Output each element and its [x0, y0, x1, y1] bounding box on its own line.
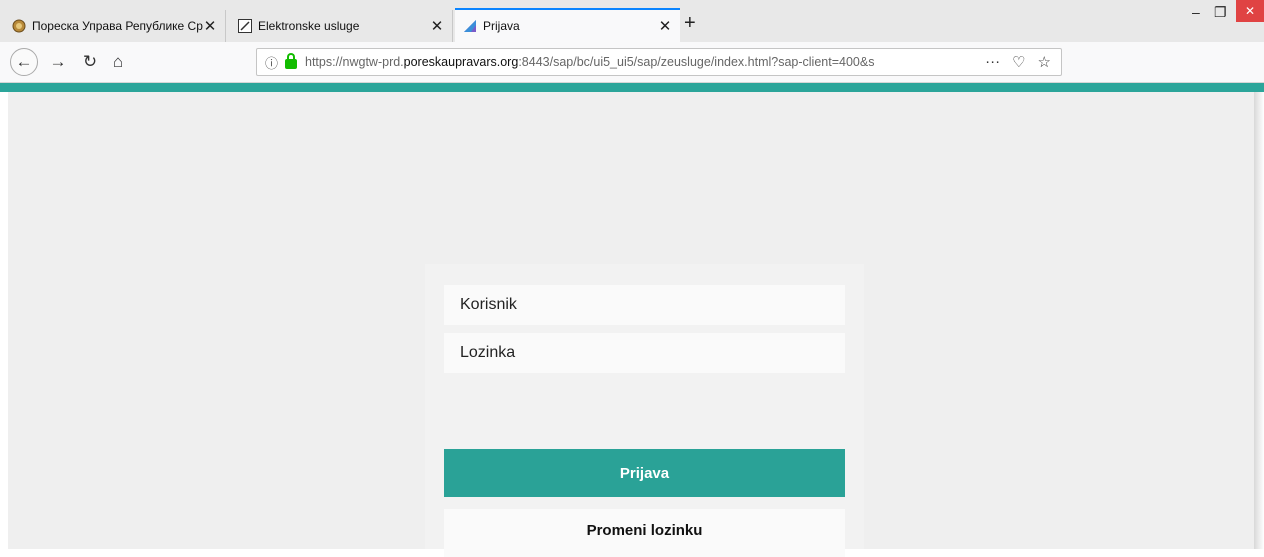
header-accent-bar: [0, 83, 1264, 92]
username-input[interactable]: [444, 285, 845, 325]
close-icon[interactable]: ✕: [203, 17, 217, 35]
change-password-button[interactable]: Promeni lozinku: [444, 509, 845, 557]
sap-logo-icon: [463, 19, 477, 33]
edit-icon: [238, 19, 252, 33]
info-icon[interactable]: ⓘ: [265, 53, 281, 72]
password-input[interactable]: [444, 333, 845, 373]
close-icon[interactable]: ✕: [430, 17, 444, 35]
restore-icon[interactable]: ❐: [1214, 4, 1227, 21]
login-button[interactable]: Prijava: [444, 449, 845, 497]
tab-elektronske-usluge[interactable]: Elektronske usluge ✕: [230, 10, 453, 42]
tab-title: Prijava: [483, 19, 520, 33]
url-bar[interactable]: ⓘ https://nwgtw-prd.poreskaupravars.org:…: [256, 48, 1062, 76]
forward-arrow-icon[interactable]: →: [46, 50, 70, 74]
window-edge: [1254, 92, 1264, 549]
new-tab-button[interactable]: +: [684, 12, 696, 34]
url-text[interactable]: https://nwgtw-prd.poreskaupravars.org:84…: [305, 55, 985, 69]
lock-icon[interactable]: [285, 53, 297, 69]
reload-icon[interactable]: ↻: [78, 50, 102, 74]
tab-poreska-uprava[interactable]: Пореска Управа Републике Ср ✕: [4, 10, 226, 42]
tab-title: Пореска Управа Републике Ср: [32, 19, 203, 33]
minimize-icon[interactable]: –: [1192, 4, 1200, 20]
page-actions-icon[interactable]: ···: [985, 53, 1000, 71]
close-icon[interactable]: ✕: [658, 17, 672, 35]
bookmark-star-icon[interactable]: ☆: [1038, 53, 1051, 71]
tab-prijava[interactable]: Prijava ✕: [455, 8, 680, 42]
coat-of-arms-icon: [12, 19, 26, 33]
home-icon[interactable]: ⌂: [106, 50, 130, 74]
back-arrow-icon[interactable]: ←: [10, 48, 38, 76]
pocket-icon[interactable]: ♡: [1012, 53, 1025, 71]
tab-title: Elektronske usluge: [258, 19, 360, 33]
window-close-icon[interactable]: ✕: [1236, 0, 1264, 22]
tab-bar: Пореска Управа Републике Ср ✕ Elektronsk…: [0, 0, 1264, 42]
